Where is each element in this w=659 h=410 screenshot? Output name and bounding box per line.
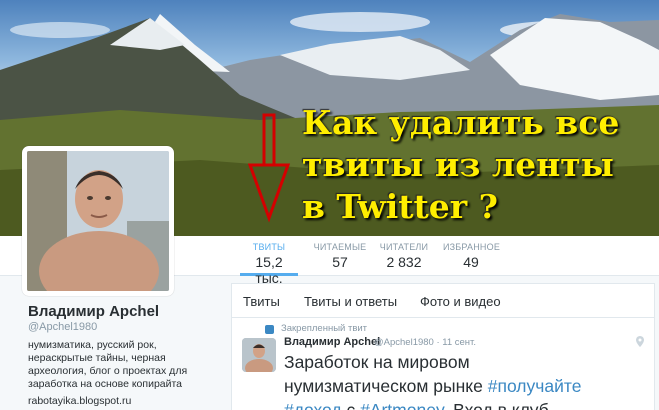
location-pin-icon [636,336,644,347]
stat-value: 57 [332,254,348,270]
twitter-profile-page: Как удалить все твиты из ленты в Twitter… [0,0,659,410]
stat-followers[interactable]: ЧИТАТЕЛИ 2 832 [378,242,430,270]
profile-handle[interactable]: @Apchel1980 [28,321,97,333]
stat-favorites[interactable]: ИЗБРАННОЕ 49 [443,242,501,270]
stat-following[interactable]: ЧИТАЕМЫЕ 57 [313,242,367,270]
tweet-author-name[interactable]: Владимир Apchel [284,336,380,348]
stat-tweets[interactable]: ТВИТЫ 15,2 тыс. [240,242,298,286]
tab-tweets-and-replies[interactable]: Твиты и ответы [304,294,397,309]
stat-label: ЧИТАЕМЫЕ [313,242,367,252]
tweet-line-1: Заработок на мировом [284,352,470,372]
avatar-photo [27,151,169,291]
profile-name[interactable]: Владимир Apchel [28,303,159,320]
banner-caption: Как удалить все твиты из ленты в Twitter… [302,102,652,228]
tweet-line-2: нумизматическом рынке #получайте [284,374,644,398]
timeline-tabs: Твиты Твиты и ответы Фото и видео [232,284,654,318]
caption-line-2: твиты из ленты [302,145,614,184]
timeline-panel: Твиты Твиты и ответы Фото и видео Закреп… [231,283,655,410]
profile-website-link[interactable]: rabotayika.blogspot.ru [28,395,131,407]
tweet-meta[interactable]: @Apchel1980 · 11 сент. [374,337,476,348]
profile-avatar[interactable] [22,146,174,296]
tweet-text-part: нумизматическом рынке [284,376,488,396]
tweet-avatar-photo [242,338,276,372]
caption-line-1: Как удалить все [302,103,620,142]
hashtag-link[interactable]: #получайте [488,376,582,396]
tweet-text: Заработок на мировом нумизматическом рын… [284,350,644,410]
stat-label: ЧИТАТЕЛИ [379,242,429,252]
tweet-line-3: #доход с #Artmoney. Вход в клуб [284,398,644,410]
stat-value: 15,2 тыс. [255,254,283,286]
stat-value: 49 [463,254,479,270]
profile-bio: нумизматика, русский рок, нераскрытые та… [28,339,188,390]
stat-value: 2 832 [386,254,422,270]
stat-label: ТВИТЫ [252,242,286,252]
tab-photos-videos[interactable]: Фото и видео [420,294,501,309]
hashtag-link[interactable]: #доход [284,400,342,410]
tab-tweets[interactable]: Твиты [243,294,280,309]
pinned-tweet-label: Закрепленный твит [281,323,368,334]
pin-icon [265,325,274,334]
tweet-text-part: . Вход в клуб [443,400,549,410]
caption-line-3: в Twitter ? [302,187,498,226]
tweet-text-part: с [341,400,361,410]
hashtag-link[interactable]: #Artmoney [360,400,443,410]
tweet-author-avatar[interactable] [242,338,276,372]
stat-label: ИЗБРАННОЕ [443,242,501,252]
